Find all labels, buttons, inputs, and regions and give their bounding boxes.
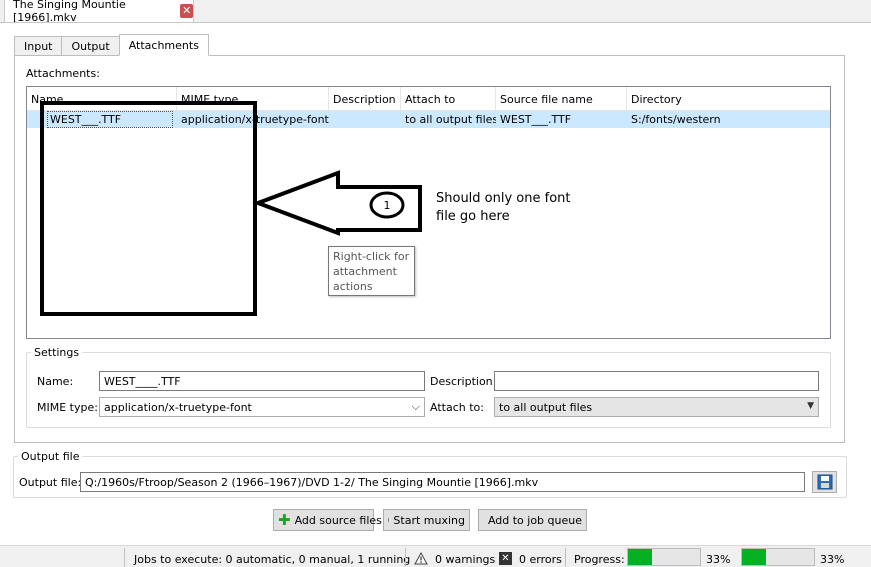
tooltip-line1: Right-click for	[333, 250, 410, 263]
column-header-attach-to[interactable]: Attach to	[401, 87, 496, 111]
context-tooltip: Right-click for attachment actions	[328, 246, 415, 296]
jobs-status: Jobs to execute: 0 automatic, 0 manual, …	[134, 553, 411, 566]
output-file-field[interactable]: Q:/1960s/Ftroop/Season 2 (1966–1967)/DVD…	[80, 472, 805, 492]
current-progress-bar	[627, 548, 701, 566]
play-circle-icon	[388, 516, 390, 524]
column-header-directory[interactable]: Directory	[627, 87, 830, 111]
cell-attach-to: to all output files	[405, 113, 496, 126]
cell-description	[329, 111, 401, 128]
attach-to-value: to all output files	[499, 400, 593, 414]
cell-directory: S:/fonts/western	[631, 113, 721, 126]
description-label: Description:	[430, 375, 497, 388]
error-icon: ✕	[499, 552, 512, 565]
browse-output-button[interactable]	[812, 471, 837, 493]
annotation-arrow: 1	[252, 170, 422, 236]
annotation-rectangle	[40, 101, 257, 316]
annotation-text: Should only one font file go here	[436, 190, 596, 226]
tab-output-label: Output	[71, 39, 110, 53]
add-source-files-button[interactable]: ✚ Add source files	[273, 509, 382, 531]
tab-output[interactable]: Output	[61, 36, 119, 56]
current-progress-text: 33%	[706, 553, 731, 566]
close-icon[interactable]: ✕	[180, 4, 193, 18]
document-tab[interactable]: The Singing Mountie [1966].mkv ✕	[4, 0, 194, 24]
tab-attachments[interactable]: Attachments	[118, 34, 209, 56]
tooltip-line2: attachment	[333, 265, 397, 278]
status-separator	[565, 548, 566, 567]
tooltip-line3: actions	[333, 280, 373, 293]
cell-source-file: WEST___.TTF	[500, 113, 572, 126]
tab-bar: Input Output Attachments	[14, 34, 209, 56]
current-progress-fill	[628, 549, 652, 565]
warnings-count: 0 warnings	[435, 553, 496, 566]
add-to-job-queue-button[interactable]: Add to job queue	[478, 509, 587, 531]
mime-type-value: application/x-truetype-font	[104, 400, 252, 414]
total-progress-bar	[741, 548, 815, 566]
annotation-text-line1: Should only one font	[436, 191, 571, 206]
attachments-label: Attachments:	[26, 67, 100, 80]
errors-count: 0 errors	[519, 553, 562, 566]
add-to-job-queue-label: Add to job queue	[487, 513, 582, 527]
attach-to-select[interactable]: to all output files ▼	[494, 397, 819, 417]
document-tab-title: The Singing Mountie [1966].mkv	[13, 0, 126, 24]
warning-icon	[414, 552, 428, 565]
annotation-number: 1	[384, 199, 391, 212]
description-field[interactable]	[494, 371, 819, 391]
start-muxing-label: Start muxing	[393, 513, 465, 527]
status-separator	[405, 548, 406, 567]
plus-icon: ✚	[278, 511, 291, 529]
column-header-source-file[interactable]: Source file name	[496, 87, 627, 111]
status-separator	[124, 548, 125, 567]
start-muxing-button[interactable]: Start muxing	[383, 509, 470, 531]
attach-to-label: Attach to:	[430, 401, 484, 414]
tab-input[interactable]: Input	[14, 36, 62, 56]
queue-icon	[483, 513, 484, 527]
column-header-description[interactable]: Description	[329, 87, 401, 111]
name-field[interactable]: WEST____.TTF	[99, 371, 425, 391]
annotation-text-line2: file go here	[436, 209, 510, 224]
mime-label: MIME type:	[37, 401, 98, 414]
add-source-files-label: Add source files	[294, 513, 382, 527]
name-label: Name:	[37, 375, 74, 388]
total-progress-fill	[742, 549, 766, 565]
mime-type-select[interactable]: application/x-truetype-font ⌵	[99, 397, 425, 417]
progress-label: Progress:	[574, 553, 625, 566]
total-progress-text: 33%	[820, 553, 845, 566]
output-file-title: Output file	[18, 450, 83, 463]
tab-input-label: Input	[24, 39, 53, 53]
chevron-down-icon: ⌵	[411, 400, 420, 413]
settings-title: Settings	[31, 346, 83, 359]
dropdown-arrow-icon: ▼	[807, 401, 814, 411]
tab-attachments-label: Attachments	[128, 38, 199, 52]
output-file-label: Output file:	[19, 476, 82, 489]
save-icon	[817, 474, 832, 490]
